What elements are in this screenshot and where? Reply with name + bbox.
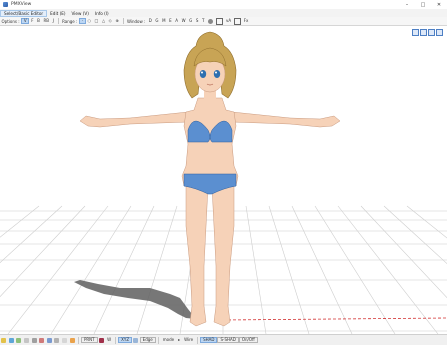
right-eye	[213, 70, 221, 78]
option-rb-button[interactable]: RB	[42, 18, 51, 24]
window-d-button[interactable]: D	[147, 18, 154, 24]
display-icon[interactable]	[69, 337, 75, 343]
status-divider	[77, 336, 79, 344]
window-m-button[interactable]: M	[160, 18, 167, 24]
left-eye	[199, 70, 207, 78]
app-icon	[3, 2, 8, 7]
close-button[interactable]: ✕	[431, 0, 447, 9]
scene-canvas	[0, 31, 447, 334]
status-bar: PRNT W XYZ Edge mode ▸ Wire SHAD S-SHAD …	[0, 334, 447, 345]
bone-icon[interactable]	[31, 337, 37, 343]
record-icon[interactable]	[208, 18, 214, 24]
left-arm	[79, 111, 189, 128]
view-icons	[411, 29, 443, 36]
fx-button[interactable]: Fx	[242, 18, 250, 24]
joint-icon[interactable]	[54, 337, 60, 343]
onoff-button[interactable]: On/Off	[238, 337, 258, 343]
sshad-button[interactable]: S-SHAD	[217, 337, 239, 343]
range-circle-button[interactable]: ○	[86, 18, 93, 24]
right-eye-highlight	[215, 71, 217, 74]
mode-label: mode	[162, 337, 175, 342]
view-top-icon[interactable]	[428, 29, 435, 36]
frame-icon[interactable]	[216, 17, 224, 25]
light-icon[interactable]	[1, 337, 7, 343]
axis-icon[interactable]	[133, 337, 139, 343]
window-g2-button[interactable]: G	[187, 18, 194, 24]
morph-icon[interactable]	[39, 337, 45, 343]
status-divider	[197, 336, 199, 344]
grid-icon[interactable]	[233, 17, 241, 25]
camera-icon[interactable]	[8, 337, 14, 343]
w-button[interactable]: W	[105, 337, 113, 343]
edge-button[interactable]: Edge	[139, 337, 156, 343]
range-cross-button[interactable]: ⊕	[114, 18, 121, 24]
options-label: Options :	[1, 18, 20, 24]
view-side-icon[interactable]	[420, 29, 427, 36]
texture-icon[interactable]	[24, 337, 30, 343]
range-label: Range :	[62, 18, 78, 24]
3d-viewport[interactable]	[0, 26, 447, 334]
menu-info[interactable]: Info (I)	[92, 10, 112, 17]
status-divider	[115, 336, 117, 344]
window-controls: – □ ✕	[399, 0, 447, 9]
toolbar-divider	[57, 18, 59, 24]
option-j-button[interactable]: J	[51, 18, 56, 24]
window-title: PMXView	[11, 2, 32, 7]
model-shadow	[74, 280, 196, 319]
print-button[interactable]: PRNT	[80, 337, 98, 343]
menu-select-basic-editor[interactable]: Select/Basic Editor	[0, 9, 48, 17]
menu-edit[interactable]: Edit (E)	[47, 10, 68, 17]
xyz-button[interactable]: XYZ	[118, 337, 133, 343]
window-w-button[interactable]: W	[180, 18, 188, 24]
window-t-button[interactable]: T	[200, 18, 206, 24]
range-diamond-button[interactable]: ◇	[107, 18, 114, 24]
range-triangle-button[interactable]: △	[100, 18, 107, 24]
minimize-button[interactable]: –	[399, 0, 415, 9]
view-camera-icon[interactable]	[436, 29, 443, 36]
window-label: Window :	[127, 18, 146, 24]
shad-button[interactable]: SHAD	[200, 337, 218, 343]
va-button[interactable]: vA	[224, 18, 233, 24]
model-icon[interactable]	[16, 337, 22, 343]
toolbar: Options : V F B RB J Range : · ○ □ △ ◇ ⊕…	[0, 17, 447, 26]
view-front-icon[interactable]	[412, 29, 419, 36]
color-swatch-icon[interactable]	[98, 337, 104, 343]
left-eye-highlight	[201, 71, 203, 74]
range-square-button[interactable]: □	[93, 18, 100, 24]
physics-icon[interactable]	[46, 337, 52, 343]
maximize-button[interactable]: □	[415, 0, 431, 9]
option-v-button[interactable]: V	[21, 18, 30, 24]
x-axis-line	[222, 317, 447, 321]
toolbar-divider	[122, 18, 124, 24]
material-icon[interactable]	[62, 337, 68, 343]
right-arm	[231, 111, 341, 128]
wire-button[interactable]: Wire	[182, 337, 195, 343]
status-divider	[157, 336, 159, 344]
menu-view[interactable]: View (V)	[69, 10, 92, 17]
range-point-button[interactable]: ·	[78, 18, 86, 24]
window-g-button[interactable]: G	[154, 18, 161, 24]
